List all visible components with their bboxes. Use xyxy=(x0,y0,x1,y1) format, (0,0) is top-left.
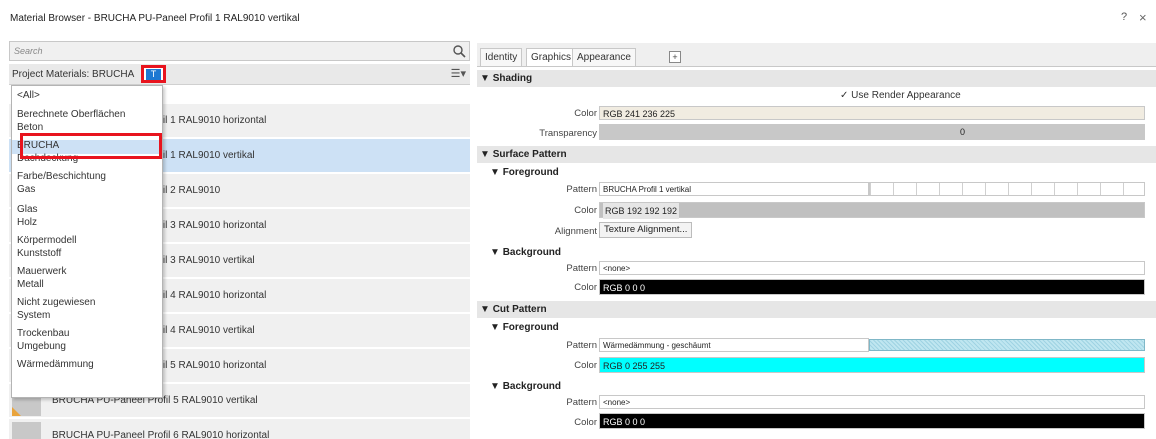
use-render-appearance-checkbox[interactable]: ✓ Use Render Appearance xyxy=(840,90,961,101)
filter-option[interactable]: Gas xyxy=(12,184,162,195)
cut-bg-pattern-label: Pattern xyxy=(566,397,597,408)
material-thumbnail xyxy=(12,422,41,439)
shading-header: ▼ Shading xyxy=(480,73,533,84)
filter-option[interactable]: Mauerwerk xyxy=(12,266,162,277)
cut-bg-color-field[interactable]: RGB 0 0 0 xyxy=(599,413,1145,429)
filter-option[interactable]: Kunststoff xyxy=(12,248,162,259)
close-button[interactable]: × xyxy=(1139,10,1147,25)
title-bar: Material Browser - BRUCHA PU-Paneel Prof… xyxy=(0,0,1156,36)
filter-option[interactable]: Glas xyxy=(12,204,162,215)
transparency-value: 0 xyxy=(960,127,966,137)
filter-dropdown-menu: <All> Berechnete Oberflächen Beton BRUCHA Da… xyxy=(11,85,163,398)
window-title: Material Browser - BRUCHA PU-Paneel Prof… xyxy=(10,13,300,24)
tab-graphics[interactable]: Graphics xyxy=(526,48,577,66)
material-name: BRUCHA PU-Paneel Profil 6 RAL9010 horizo… xyxy=(52,430,270,439)
cut-foreground-subsection[interactable]: ▼ Foreground xyxy=(477,319,1156,335)
surface-bg-pattern-label: Pattern xyxy=(566,263,597,274)
tab-identity[interactable]: Identity xyxy=(480,48,523,66)
search-placeholder: Search xyxy=(14,46,43,56)
cut-bg-color-label: Color xyxy=(574,417,597,428)
cut-fg-color-field[interactable]: RGB 0 255 255 xyxy=(599,357,1145,373)
cut-background-subsection[interactable]: ▼ Background xyxy=(477,378,1156,394)
cut-background-header: ▼ Background xyxy=(490,381,562,392)
filter-option[interactable]: System xyxy=(12,310,162,321)
surface-bg-color-label: Color xyxy=(574,282,597,293)
filter-option[interactable]: Berechnete Oberflächen xyxy=(12,109,162,120)
shading-section[interactable]: ▼ Shading xyxy=(477,70,1156,87)
surface-background-header: ▼ Background xyxy=(490,247,562,258)
tab-bar: Identity Graphics Appearance + xyxy=(477,43,1156,67)
filter-option[interactable]: Umgebung xyxy=(12,341,162,352)
view-options-icon[interactable]: ☰▾ xyxy=(451,67,466,80)
cut-fg-pattern-preview xyxy=(869,339,1145,351)
selection-highlight xyxy=(20,133,162,159)
surface-fg-color-field[interactable]: RGB 192 192 192 xyxy=(599,202,1145,219)
material-row[interactable]: BRUCHA PU-Paneel Profil 6 RAL9010 horizo… xyxy=(9,419,470,439)
filter-icon: T xyxy=(146,69,161,80)
cut-pattern-header: ▼ Cut Pattern xyxy=(480,304,547,315)
texture-alignment-button[interactable]: Texture Alignment... xyxy=(599,222,693,238)
help-button[interactable]: ? xyxy=(1121,11,1127,23)
surface-fg-color-label: Color xyxy=(574,205,597,216)
filter-option[interactable]: Beton xyxy=(12,122,162,133)
transparency-label: Transparency xyxy=(539,128,597,139)
surface-bg-pattern-field[interactable]: <none> xyxy=(599,261,1145,275)
cut-fg-pattern-field[interactable]: Wärmedämmung - geschäumt xyxy=(599,338,869,352)
material-editor-pane: Identity Graphics Appearance + ▼ Shading… xyxy=(477,39,1156,439)
shading-color-label: Color xyxy=(574,108,597,119)
add-tab-icon[interactable]: + xyxy=(669,51,681,63)
filter-option[interactable]: Wärmedämmung xyxy=(12,359,162,370)
surface-fg-pattern-label: Pattern xyxy=(566,184,597,195)
filter-option[interactable]: Trockenbau xyxy=(12,328,162,339)
surface-fg-pattern-field[interactable]: BRUCHA Profil 1 vertikal xyxy=(599,182,869,196)
tab-appearance[interactable]: Appearance xyxy=(572,48,636,66)
surface-background-subsection[interactable]: ▼ Background xyxy=(477,244,1156,260)
cut-fg-color-label: Color xyxy=(574,360,597,371)
search-input[interactable]: Search xyxy=(9,41,470,61)
surface-pattern-section[interactable]: ▼ Surface Pattern xyxy=(477,146,1156,163)
cut-bg-pattern-field[interactable]: <none> xyxy=(599,395,1145,409)
filter-option[interactable]: Nicht zugewiesen xyxy=(12,297,162,308)
surface-fg-pattern-preview xyxy=(869,182,1145,196)
surface-foreground-header: ▼ Foreground xyxy=(490,167,559,178)
cut-foreground-header: ▼ Foreground xyxy=(490,322,559,333)
filter-option[interactable]: Körpermodell xyxy=(12,235,162,246)
filter-option[interactable]: <All> xyxy=(12,90,162,101)
project-materials-label: Project Materials: BRUCHA xyxy=(12,69,135,80)
surface-fg-color-value: RGB 192 192 192 xyxy=(603,203,680,219)
surface-bg-color-field[interactable]: RGB 0 0 0 xyxy=(599,279,1145,295)
cut-fg-pattern-label: Pattern xyxy=(566,340,597,351)
cut-pattern-section[interactable]: ▼ Cut Pattern xyxy=(477,301,1156,318)
search-icon[interactable] xyxy=(452,44,466,58)
project-materials-bar: Project Materials: BRUCHA T ☰▾ xyxy=(9,64,470,85)
surface-pattern-header: ▼ Surface Pattern xyxy=(480,149,567,160)
filter-option[interactable]: Metall xyxy=(12,279,162,290)
surface-fg-alignment-label: Alignment xyxy=(554,226,597,237)
transparency-slider[interactable]: 0 xyxy=(599,124,1145,140)
filter-dropdown-button[interactable]: T xyxy=(141,65,166,83)
filter-option[interactable]: Farbe/Beschichtung xyxy=(12,171,162,182)
surface-foreground-subsection[interactable]: ▼ Foreground xyxy=(477,164,1156,180)
shading-color-field[interactable]: RGB 241 236 225 xyxy=(599,106,1145,120)
filter-option[interactable]: Holz xyxy=(12,217,162,228)
